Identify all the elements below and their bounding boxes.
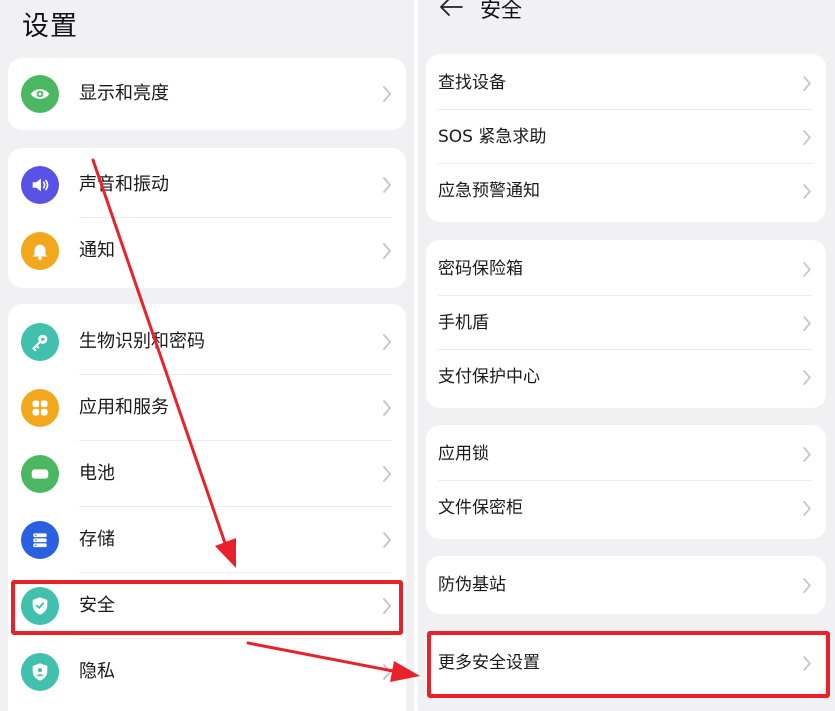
settings-item-label: 应用和服务 xyxy=(79,397,169,418)
chevron-right-icon xyxy=(383,466,391,482)
security-item-label: 防伪基站 xyxy=(438,575,506,595)
bell-icon xyxy=(21,232,59,270)
security-item-fake-base-station[interactable]: 防伪基站 xyxy=(426,558,826,612)
settings-item-apps-services[interactable]: 应用和服务 xyxy=(8,375,406,441)
settings-item-label: 声音和振动 xyxy=(79,174,169,195)
security-item-label: 密码保险箱 xyxy=(438,259,523,279)
settings-item-biometrics-password[interactable]: 生物识别和密码 xyxy=(8,309,406,375)
page-title: 设置 xyxy=(22,11,78,42)
privacy-shield-icon xyxy=(21,653,59,691)
security-item-label: 文件保密柜 xyxy=(438,498,523,518)
settings-item-label: 隐私 xyxy=(79,661,115,682)
settings-item-privacy[interactable]: 隐私 xyxy=(8,639,406,705)
security-item-phone-shield[interactable]: 手机盾 xyxy=(426,296,826,350)
chevron-right-icon xyxy=(803,501,811,516)
security-item-password-vault[interactable]: 密码保险箱 xyxy=(426,242,826,296)
settings-card-display: 显示和亮度 xyxy=(8,58,406,130)
security-item-label: 查找设备 xyxy=(438,73,506,93)
settings-card-main: 生物识别和密码 应用和服务 电池 存储 安全 隐私 xyxy=(8,304,406,711)
chevron-right-icon xyxy=(803,578,811,593)
storage-icon xyxy=(21,521,59,559)
chevron-right-icon xyxy=(383,664,391,680)
chevron-right-icon xyxy=(383,177,391,193)
chevron-right-icon xyxy=(803,370,811,385)
back-arrow-icon[interactable] xyxy=(436,0,466,22)
chevron-right-icon xyxy=(803,130,811,145)
security-item-sos[interactable]: SOS 紧急求助 xyxy=(426,110,826,164)
chevron-right-icon xyxy=(803,262,811,277)
chevron-right-icon xyxy=(383,532,391,548)
settings-item-battery[interactable]: 电池 xyxy=(8,441,406,507)
battery-icon xyxy=(21,455,59,493)
security-item-emergency-alerts[interactable]: 应急预警通知 xyxy=(426,164,826,218)
settings-card-sound-notify: 声音和振动 通知 xyxy=(8,148,406,288)
settings-item-notifications[interactable]: 通知 xyxy=(8,218,406,284)
highlight-box-security xyxy=(11,580,403,635)
settings-item-label: 通知 xyxy=(79,240,115,261)
highlight-box-more-settings xyxy=(427,631,830,698)
security-card-device: 查找设备 SOS 紧急求助 应急预警通知 xyxy=(426,54,826,222)
security-item-find-device[interactable]: 查找设备 xyxy=(426,56,826,110)
chevron-right-icon xyxy=(803,447,811,462)
security-item-payment-protection[interactable]: 支付保护中心 xyxy=(426,350,826,404)
eye-icon xyxy=(21,75,59,113)
settings-item-label: 显示和亮度 xyxy=(79,83,169,104)
settings-item-label: 电池 xyxy=(79,463,115,484)
settings-item-storage[interactable]: 存储 xyxy=(8,507,406,573)
security-card-protection: 密码保险箱 手机盾 支付保护中心 xyxy=(426,240,826,408)
chevron-right-icon xyxy=(803,316,811,331)
security-panel: 安全 查找设备 SOS 紧急求助 应急预警通知 密码保险箱 手机盾 支付保护中心… xyxy=(418,0,835,711)
chevron-right-icon xyxy=(383,334,391,350)
settings-item-display-brightness[interactable]: 显示和亮度 xyxy=(8,61,406,127)
security-item-label: 应用锁 xyxy=(438,444,489,464)
security-item-label: 手机盾 xyxy=(438,313,489,333)
chevron-right-icon xyxy=(383,86,391,102)
settings-item-label: 存储 xyxy=(79,529,115,550)
speaker-icon xyxy=(21,166,59,204)
apps-grid-icon xyxy=(21,389,59,427)
chevron-right-icon xyxy=(383,243,391,259)
security-item-label: 支付保护中心 xyxy=(438,367,540,387)
key-icon xyxy=(21,323,59,361)
settings-panel: 设置 显示和亮度 声音和振动 通知 生物识别和密码 应用和服务 电池 存储 安全… xyxy=(0,0,414,711)
page-title: 安全 xyxy=(480,0,522,22)
chevron-right-icon xyxy=(803,184,811,199)
security-item-label: SOS 紧急求助 xyxy=(438,127,547,147)
chevron-right-icon xyxy=(803,76,811,91)
security-item-file-safe[interactable]: 文件保密柜 xyxy=(426,481,826,535)
security-card-base-station: 防伪基站 xyxy=(426,556,826,614)
security-item-label: 应急预警通知 xyxy=(438,181,540,201)
security-item-app-lock[interactable]: 应用锁 xyxy=(426,427,826,481)
security-card-locks: 应用锁 文件保密柜 xyxy=(426,425,826,539)
settings-item-label: 生物识别和密码 xyxy=(79,331,205,352)
chevron-right-icon xyxy=(383,400,391,416)
settings-item-sound-vibration[interactable]: 声音和振动 xyxy=(8,152,406,218)
